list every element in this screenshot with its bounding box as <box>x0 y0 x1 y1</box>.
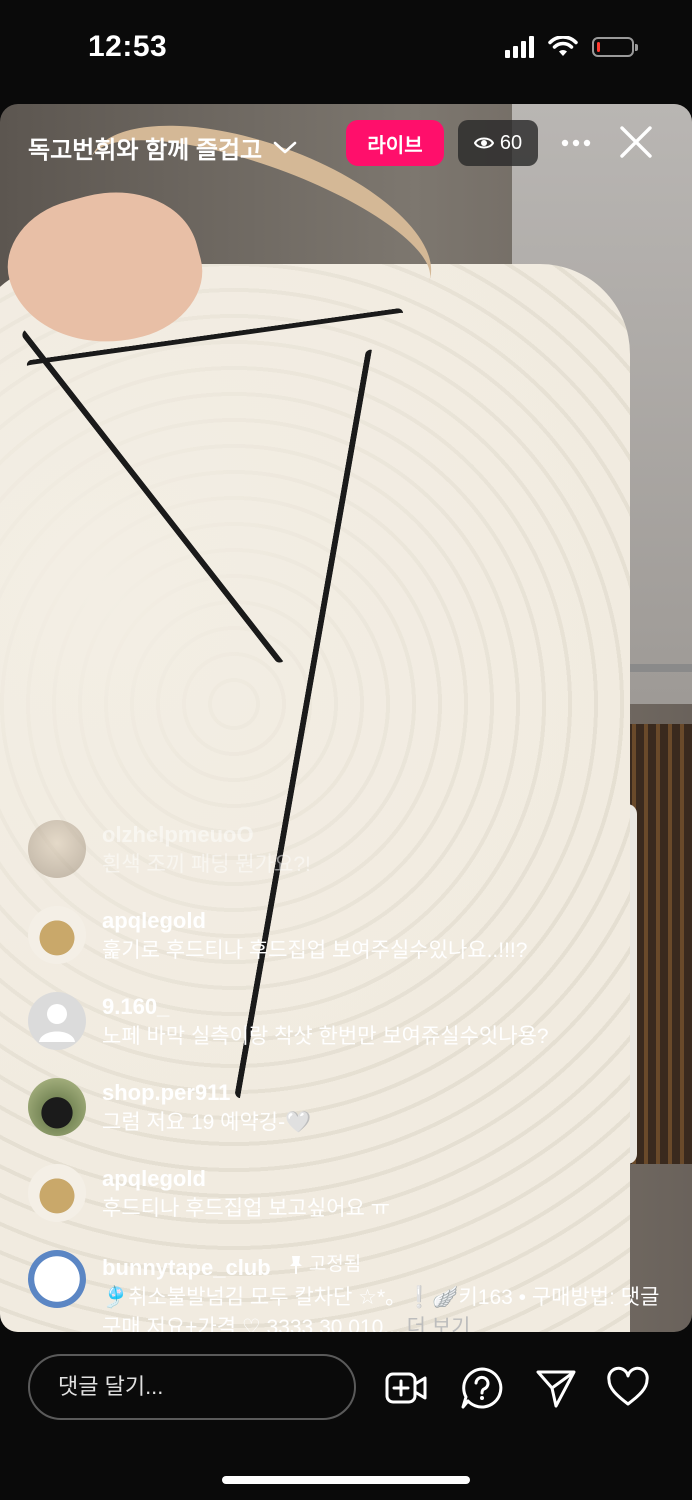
comment-username[interactable]: 9.160_ <box>102 992 549 1022</box>
live-comments: olzhelpmeuoO 흰색 조끼 패딩 뭔가요?! apqlegold 훑기… <box>28 820 678 1369</box>
like-button[interactable] <box>606 1366 650 1410</box>
viewer-count-badge[interactable]: 60 <box>458 120 538 166</box>
eye-icon <box>473 137 494 149</box>
cellular-signal-icon <box>505 36 534 58</box>
wifi-icon <box>548 36 578 56</box>
comment-username[interactable]: olzhelpmeuoO <box>102 820 311 850</box>
avatar[interactable] <box>28 906 86 964</box>
default-avatar-icon <box>39 1004 75 1042</box>
battery-icon <box>592 37 638 57</box>
close-button[interactable] <box>618 124 654 160</box>
avatar[interactable] <box>28 992 86 1050</box>
comment-username[interactable]: apqlegold <box>102 906 527 936</box>
status-bar: 12:53 <box>0 0 692 104</box>
comment-username[interactable]: shop.per911 <box>102 1078 311 1108</box>
battery-level <box>597 42 600 52</box>
pinned-indicator: 고정됨 <box>287 1250 361 1280</box>
comment-username[interactable]: apqlegold <box>102 1164 390 1194</box>
pinned-comment: bunnytape_club 고정됨 🎐취소불발넘김 모두 칼차단 ☆*。❕🪽키… <box>28 1250 678 1343</box>
comment-item: shop.per911 그럼 저요 19 예약깅-🤍 <box>28 1078 678 1138</box>
add-video-icon <box>385 1372 427 1404</box>
comment-item: apqlegold 훑기로 후드티나 후드집업 보여주실수있나요..!!!? <box>28 906 678 966</box>
more-icon <box>561 139 591 147</box>
share-button[interactable] <box>534 1366 578 1410</box>
viewer-count: 60 <box>499 131 523 154</box>
avatar[interactable] <box>28 1250 86 1308</box>
comment-text: 노페 바막 실측이랑 착샷 한번만 보여쥬실수잇나용? <box>102 1025 549 1048</box>
question-icon <box>461 1367 503 1409</box>
comment-text: 후드티나 후드집업 보고싶어요 ㅠ <box>102 1197 390 1220</box>
comment-item: 9.160_ 노페 바막 실측이랑 착샷 한번만 보여쥬실수잇나용? <box>28 992 678 1052</box>
add-video-button[interactable] <box>384 1366 428 1410</box>
comment-text: 훑기로 후드티나 후드집업 보여주실수있나요..!!!? <box>102 939 528 962</box>
more-options-button[interactable] <box>560 126 592 160</box>
live-header: 독고번휘와 함께 즐겁고 라이브 60 <box>0 104 692 184</box>
live-title: 독고번휘와 함께 즐겁고 <box>28 137 263 164</box>
avatar[interactable] <box>28 1078 86 1136</box>
home-indicator[interactable] <box>222 1476 470 1484</box>
comment-username[interactable]: bunnytape_club <box>102 1255 271 1280</box>
comment-text: 흰색 조끼 패딩 뭔가요?! <box>102 853 311 876</box>
comment-input[interactable] <box>28 1354 356 1420</box>
status-icons <box>505 36 638 58</box>
send-icon <box>536 1370 576 1408</box>
avatar[interactable] <box>28 820 86 878</box>
status-time: 12:53 <box>88 30 168 63</box>
question-button[interactable] <box>460 1366 504 1410</box>
heart-icon <box>607 1366 649 1406</box>
pin-icon <box>289 1256 302 1274</box>
close-icon <box>620 126 652 158</box>
comment-item: apqlegold 후드티나 후드집업 보고싶어요 ㅠ <box>28 1164 678 1224</box>
live-badge: 라이브 <box>346 120 444 166</box>
comment-item: olzhelpmeuoO 흰색 조끼 패딩 뭔가요?! <box>28 820 678 880</box>
avatar[interactable] <box>28 1164 86 1222</box>
pinned-label: 고정됨 <box>308 1254 362 1275</box>
chevron-down-icon <box>273 141 297 153</box>
bottom-bar <box>0 1332 692 1500</box>
comment-text: 그럼 저요 19 예약깅-🤍 <box>102 1111 312 1134</box>
live-title-button[interactable]: 독고번휘와 함께 즐겁고 <box>28 130 298 165</box>
